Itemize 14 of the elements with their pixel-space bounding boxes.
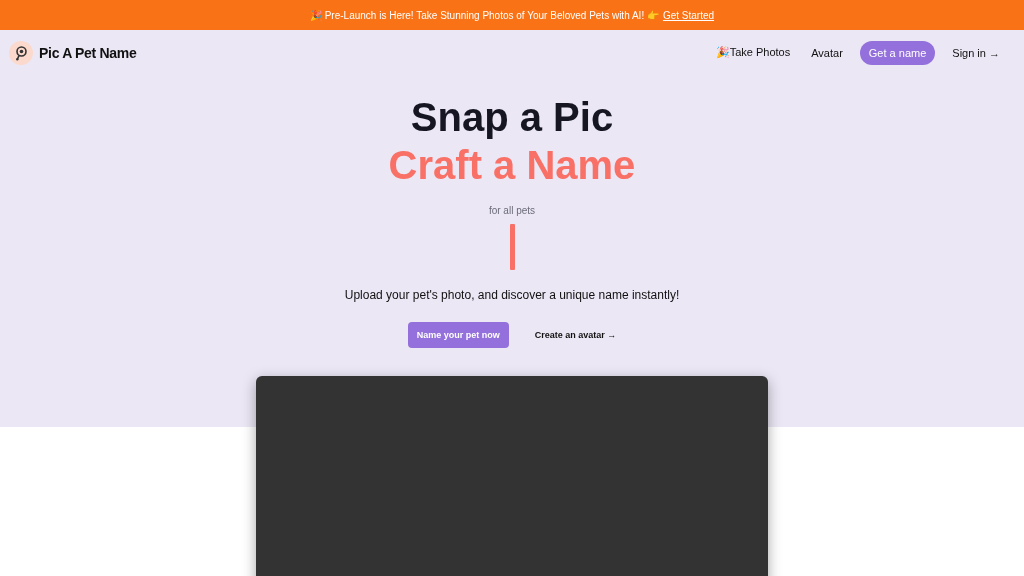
- get-name-button[interactable]: Get a name: [859, 40, 936, 65]
- logo-icon[interactable]: [9, 40, 33, 65]
- nav-link[interactable]: Sign in →: [948, 40, 1004, 65]
- hero-description: Upload your pet's photo, and discover a unique name instantly!: [344, 288, 680, 302]
- hero-title: Snap a Pic: [410, 94, 614, 141]
- nav-link[interactable]: 🎉Take Photos: [711, 40, 795, 65]
- banner-text: 🎉 Pre-Launch is Here! Take Stunning Photos of Your Beloved Pets with AI! 👉: [309, 9, 659, 21]
- name-pet-button[interactable]: Name your pet now: [407, 322, 509, 348]
- text-cursor: [509, 224, 515, 270]
- nav-link[interactable]: Avatar: [807, 40, 847, 65]
- tagline: for all pets: [488, 205, 536, 216]
- hero-subtitle: Craft a Name: [388, 142, 636, 189]
- create-avatar-link[interactable]: Create an avatar →: [534, 330, 617, 340]
- brand-name[interactable]: Pic A Pet Name: [39, 44, 137, 61]
